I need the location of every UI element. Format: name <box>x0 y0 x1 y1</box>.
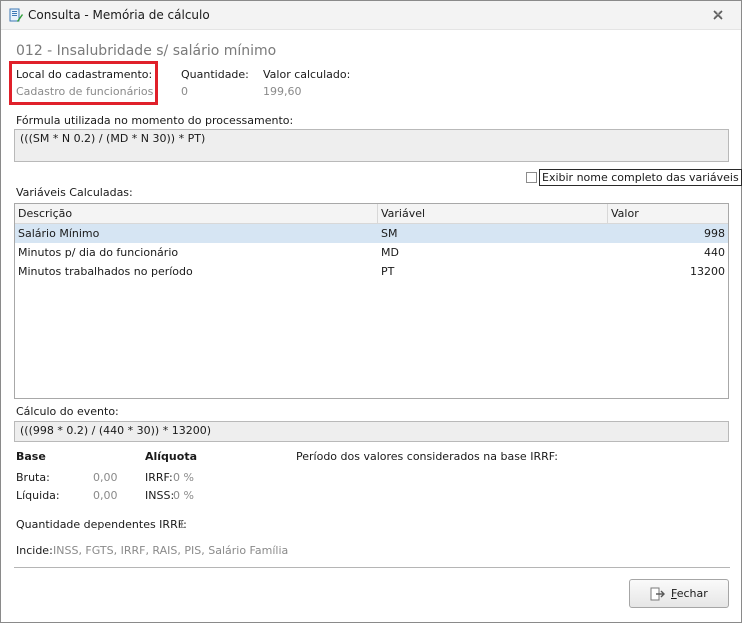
calculo-label: Cálculo do evento: <box>16 405 119 418</box>
local-label: Local do cadastramento: <box>16 68 153 81</box>
event-title: 012 - Insalubridade s/ salário mínimo <box>16 43 277 59</box>
column-header-variavel[interactable]: Variável <box>378 204 608 223</box>
table-row[interactable]: Minutos p/ dia do funcionário MD 440 <box>15 243 728 262</box>
column-header-descricao[interactable]: Descrição <box>15 204 378 223</box>
cell-valor: 13200 <box>690 265 725 278</box>
cell-valor: 998 <box>704 227 725 240</box>
dependentes-value: 1 <box>178 518 185 531</box>
valor-calculado-label: Valor calculado: <box>263 68 351 81</box>
base-header: Base <box>16 450 46 463</box>
close-icon[interactable] <box>711 8 725 22</box>
variables-label: Variáveis Calculadas: <box>16 186 133 199</box>
bruta-label: Bruta: <box>16 471 50 484</box>
liquida-label: Líquida: <box>16 489 60 502</box>
title-bar: Consulta - Memória de cálculo <box>1 1 741 30</box>
inss-label: INSS: <box>145 489 175 502</box>
calculo-field[interactable]: (((998 * 0.2) / (440 * 30)) * 13200) <box>14 421 729 442</box>
liquida-value: 0,00 <box>93 489 118 502</box>
cell-descricao: Minutos p/ dia do funcionário <box>18 246 179 259</box>
bruta-value: 0,00 <box>93 471 118 484</box>
variables-table[interactable]: Descrição Variável Valor Salário Mínimo … <box>14 203 729 399</box>
cell-valor: 440 <box>704 246 725 259</box>
calculo-value: (((998 * 0.2) / (440 * 30)) * 13200) <box>20 424 211 437</box>
cell-variavel: MD <box>381 246 399 259</box>
table-header: Descrição Variável Valor <box>15 204 728 224</box>
quantidade-value: 0 <box>181 85 188 98</box>
app-icon <box>9 8 23 22</box>
dialog-window: Consulta - Memória de cálculo 012 - Insa… <box>0 0 742 623</box>
dependentes-label: Quantidade dependentes IRRF: <box>16 518 187 531</box>
incide-label: Incide: <box>16 544 53 557</box>
quantidade-label: Quantidade: <box>181 68 249 81</box>
irrf-value: 0 % <box>173 471 194 484</box>
formula-value: (((SM * N 0.2) / (MD * N 30)) * PT) <box>20 132 206 145</box>
table-row[interactable]: Minutos trabalhados no período PT 13200 <box>15 262 728 281</box>
show-full-names-label[interactable]: Exibir nome completo das variáveis <box>539 169 742 186</box>
cell-descricao: Salário Mínimo <box>18 227 100 240</box>
show-full-names-checkbox[interactable] <box>526 172 537 183</box>
column-header-valor[interactable]: Valor <box>608 204 728 223</box>
local-value: Cadastro de funcionários <box>16 85 154 98</box>
formula-field[interactable]: (((SM * N 0.2) / (MD * N 30)) * PT) <box>14 129 729 162</box>
footer-divider <box>14 567 730 568</box>
window-title: Consulta - Memória de cálculo <box>28 8 210 22</box>
exit-door-icon <box>650 587 665 601</box>
irrf-label: IRRF: <box>145 471 173 484</box>
close-button[interactable]: Fechar <box>629 579 729 608</box>
valor-calculado-value: 199,60 <box>263 85 302 98</box>
formula-label: Fórmula utilizada no momento do processa… <box>16 114 294 127</box>
incide-value: INSS, FGTS, IRRF, RAIS, PIS, Salário Fam… <box>53 544 289 557</box>
aliquota-header: Alíquota <box>145 450 197 463</box>
cell-variavel: SM <box>381 227 398 240</box>
inss-value: 0 % <box>173 489 194 502</box>
periodo-label: Período dos valores considerados na base… <box>296 450 558 463</box>
cell-variavel: PT <box>381 265 395 278</box>
table-row[interactable]: Salário Mínimo SM 998 <box>15 224 728 243</box>
cell-descricao: Minutos trabalhados no período <box>18 265 193 278</box>
close-button-label: Fechar <box>671 587 708 600</box>
